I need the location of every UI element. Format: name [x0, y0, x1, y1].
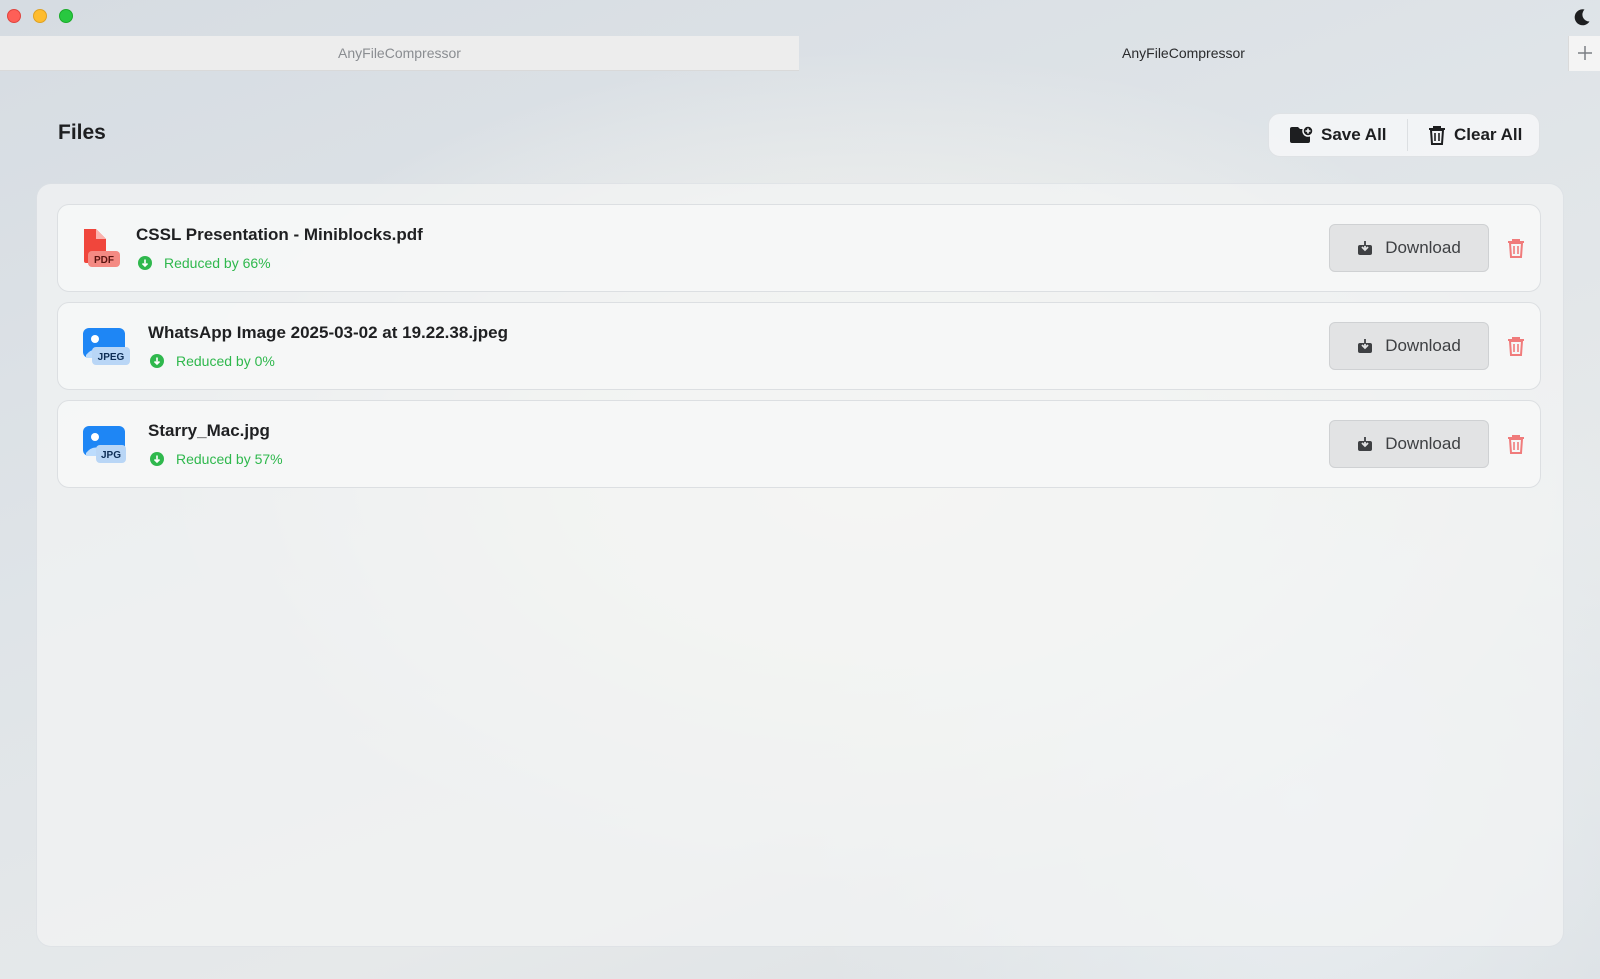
- save-all-label: Save All: [1321, 125, 1387, 144]
- header-actions: Save All Clear All: [1268, 113, 1540, 157]
- new-tab-button[interactable]: [1568, 36, 1600, 71]
- delete-file-icon[interactable]: [1507, 336, 1525, 356]
- file-name: Starry_Mac.jpg: [148, 421, 270, 440]
- file-status: Reduced by 57%: [150, 451, 283, 467]
- arrow-down-circle-icon: [138, 256, 152, 270]
- delete-file-icon[interactable]: [1507, 238, 1525, 258]
- file-list-panel: PDF CSSL Presentation - Miniblocks.pdf R…: [37, 184, 1563, 946]
- page-title: Files: [58, 121, 106, 144]
- delete-file-icon[interactable]: [1507, 434, 1525, 454]
- folder-plus-icon: [1290, 125, 1313, 143]
- window-close-button[interactable]: [7, 9, 21, 23]
- title-bar: [0, 0, 1600, 36]
- download-icon: [1358, 241, 1373, 255]
- image-file-icon: JPEG: [83, 328, 130, 365]
- window-maximize-button[interactable]: [59, 9, 73, 23]
- jpg-badge-text: JPG: [101, 450, 121, 461]
- download-label: Download: [1385, 238, 1461, 257]
- trash-icon: [1429, 126, 1445, 145]
- download-button[interactable]: Download: [1329, 224, 1489, 272]
- download-label: Download: [1385, 336, 1461, 355]
- file-row: JPEG WhatsApp Image 2025-03-02 at 19.22.…: [57, 302, 1541, 390]
- arrow-down-circle-icon: [150, 354, 164, 368]
- file-row: PDF CSSL Presentation - Miniblocks.pdf R…: [57, 204, 1541, 292]
- tab-anyfilecompressor-1[interactable]: AnyFileCompressor: [0, 36, 799, 71]
- tab-anyfilecompressor-2[interactable]: AnyFileCompressor: [799, 36, 1568, 71]
- moon-icon[interactable]: [1572, 7, 1592, 27]
- tab-bar: AnyFileCompressor AnyFileCompressor: [0, 36, 1600, 71]
- clear-all-button[interactable]: Clear All: [1408, 114, 1522, 156]
- file-status: Reduced by 0%: [150, 353, 275, 369]
- pdf-file-icon: PDF: [84, 229, 120, 267]
- download-button[interactable]: Download: [1329, 322, 1489, 370]
- image-file-icon: JPG: [83, 426, 126, 463]
- file-name: WhatsApp Image 2025-03-02 at 19.22.38.jp…: [148, 323, 508, 342]
- plus-icon: [1577, 46, 1592, 60]
- file-status-text: Reduced by 66%: [164, 255, 271, 271]
- pdf-badge-text: PDF: [94, 255, 114, 266]
- clear-all-label: Clear All: [1454, 125, 1523, 144]
- file-row: JPG Starry_Mac.jpg Reduced by 57% Downlo…: [57, 400, 1541, 488]
- file-status-text: Reduced by 57%: [176, 451, 283, 467]
- download-icon: [1358, 339, 1373, 353]
- download-icon: [1358, 437, 1373, 451]
- window-minimize-button[interactable]: [33, 9, 47, 23]
- file-status-text: Reduced by 0%: [176, 353, 275, 369]
- arrow-down-circle-icon: [150, 452, 164, 466]
- file-name: CSSL Presentation - Miniblocks.pdf: [136, 225, 423, 244]
- download-label: Download: [1385, 434, 1461, 453]
- download-button[interactable]: Download: [1329, 420, 1489, 468]
- jpeg-badge-text: JPEG: [98, 352, 125, 363]
- file-status: Reduced by 66%: [138, 255, 271, 271]
- save-all-button[interactable]: Save All: [1269, 119, 1408, 151]
